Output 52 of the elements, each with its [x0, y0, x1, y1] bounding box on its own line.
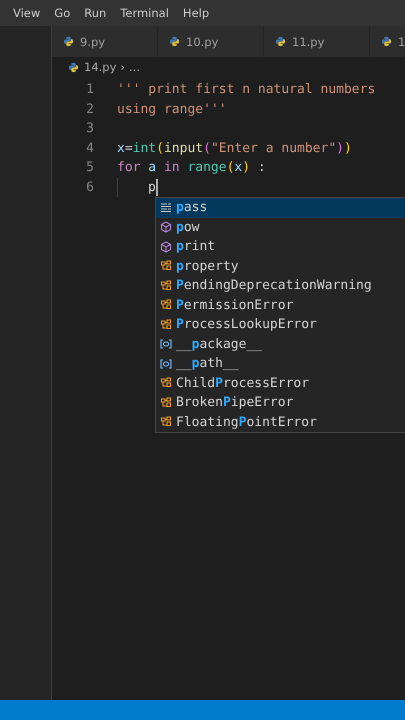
cube-icon — [160, 240, 172, 253]
code-line: x=int(input("Enter a number")) — [117, 140, 352, 156]
class-icon — [160, 377, 172, 390]
menu-item[interactable]: Run — [79, 4, 112, 22]
class-icon — [160, 318, 172, 331]
python-file-icon — [381, 36, 392, 47]
breadcrumb-symbol[interactable]: ... — [129, 60, 140, 74]
menu-item[interactable]: View — [8, 4, 46, 22]
code-line: for a in range(x) : — [117, 160, 266, 176]
file-tab[interactable]: 1 — [370, 26, 405, 57]
class-icon — [160, 396, 172, 409]
keyword-icon — [160, 202, 172, 214]
python-file-icon — [68, 62, 79, 72]
suggestion-item[interactable]: __package__ — [156, 334, 405, 354]
line-number: 1 — [85, 82, 94, 98]
suggestion-item[interactable]: print — [156, 237, 405, 256]
file-tab[interactable]: 9.py — [52, 26, 158, 57]
line-number: 6 — [85, 180, 94, 195]
breadcrumb-file[interactable]: 14.py — [68, 60, 116, 74]
menu-item[interactable]: Go — [49, 4, 76, 22]
line-number: 3 — [85, 121, 94, 136]
suggestion-item[interactable]: BrokenPipeError — [156, 393, 405, 412]
suggestion-item[interactable]: pow — [156, 218, 405, 237]
cube-icon — [160, 221, 172, 234]
suggestion-item[interactable]: ChildProcessError — [156, 374, 405, 393]
code-line: ''' print first n natural numbers — [117, 82, 376, 98]
menu-item[interactable]: Terminal — [115, 4, 174, 22]
class-icon — [160, 260, 172, 272]
python-file-icon — [275, 36, 286, 47]
suggestion-item[interactable]: FloatingPointError — [156, 412, 405, 432]
class-icon — [160, 416, 172, 428]
variable-icon — [160, 338, 172, 350]
suggestion-item[interactable]: PermissionError — [156, 296, 405, 315]
suggestion-item[interactable]: __path__ — [156, 354, 405, 374]
suggestion-item[interactable]: pass — [156, 198, 405, 218]
menu-item[interactable]: Help — [178, 4, 214, 22]
python-file-icon — [63, 36, 74, 47]
class-icon — [160, 280, 172, 292]
code-line: using range''' — [117, 102, 227, 117]
line-number: 2 — [85, 102, 94, 117]
python-file-icon — [169, 36, 180, 47]
suggestion-item[interactable]: ProcessLookupError — [156, 315, 405, 334]
class-icon — [160, 299, 172, 312]
file-tab[interactable]: 11.py — [264, 26, 370, 57]
suggestion-item[interactable]: property — [156, 256, 405, 276]
breadcrumb-separator: › — [120, 60, 126, 74]
line-number: 5 — [85, 160, 94, 176]
file-tab[interactable]: 10.py — [158, 26, 264, 57]
code-line: p — [148, 180, 156, 195]
line-number: 4 — [85, 140, 94, 156]
suggestion-item[interactable]: PendingDeprecationWarning — [156, 276, 405, 296]
variable-icon — [160, 358, 172, 370]
